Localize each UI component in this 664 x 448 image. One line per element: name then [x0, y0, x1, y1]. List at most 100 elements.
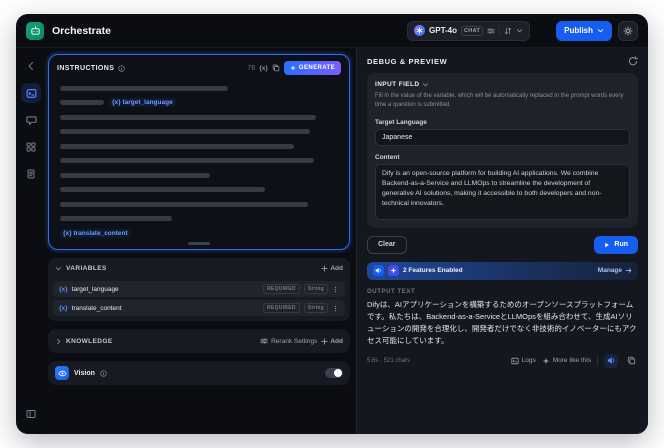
- logs-icon: [510, 357, 519, 364]
- variables-title: VARIABLES: [66, 264, 107, 272]
- vision-icon: [55, 366, 69, 380]
- input-field-title: INPUT FIELD: [375, 81, 420, 88]
- resize-handle[interactable]: [188, 242, 210, 245]
- orchestrate-panel: INSTRUCTIONS 76 {x} GENERATE {x} target_…: [46, 48, 356, 434]
- publish-button[interactable]: Publish: [556, 20, 612, 41]
- settings-sliders-icon: [260, 338, 268, 344]
- model-params-icon[interactable]: [487, 27, 495, 35]
- type-badge: String: [303, 303, 328, 313]
- model-swap-icon[interactable]: [504, 27, 512, 35]
- refresh-icon: [628, 56, 638, 66]
- output-text-title: OUTPUT TEXT: [367, 288, 416, 295]
- instructions-header: INSTRUCTIONS 76 {x} GENERATE: [49, 55, 349, 79]
- gear-icon: [623, 26, 633, 35]
- sidebar-item-docs[interactable]: [21, 164, 41, 184]
- more-like-this-button[interactable]: More like this: [542, 357, 591, 365]
- rerank-label: Rerank Settings: [271, 337, 318, 345]
- variable-row[interactable]: {x} translate_content REQUIRED String: [53, 300, 345, 316]
- sparkle-icon: [390, 267, 397, 274]
- debug-preview-panel: DEBUG & PREVIEW INPUT FIELD Fill in the …: [356, 48, 648, 434]
- more-icon[interactable]: [332, 286, 339, 293]
- sparkle-icon: [290, 65, 296, 71]
- variable-prefix: {x}: [59, 285, 68, 293]
- model-mode-badge: CHAT: [461, 25, 484, 36]
- more-like-this-label: More like this: [552, 357, 591, 365]
- insert-variable-icon[interactable]: {x}: [259, 65, 268, 72]
- chevron-down-icon: [422, 81, 429, 88]
- target-language-input[interactable]: Japanese: [375, 128, 630, 146]
- input-field-header[interactable]: INPUT FIELD: [375, 81, 630, 88]
- sidebar-item-chat[interactable]: [21, 110, 41, 130]
- chevron-down-icon: [516, 27, 523, 34]
- collapse-panel-icon[interactable]: [21, 404, 41, 424]
- info-icon: [118, 64, 125, 72]
- copy-icon: [627, 356, 635, 365]
- variable-token: {x} translate_content: [60, 228, 131, 238]
- settings-button[interactable]: [618, 20, 638, 41]
- prompt-line: {x} target_language: [60, 98, 338, 107]
- logs-label: Logs: [521, 357, 536, 365]
- prompt-line: [60, 114, 338, 120]
- prompt-icon: [26, 88, 36, 98]
- copy-icon[interactable]: [272, 64, 280, 72]
- variables-section: VARIABLES Add {x} target_language REQUIR…: [48, 258, 350, 321]
- clear-button[interactable]: Clear: [367, 235, 407, 254]
- left-sidebar: [16, 48, 46, 434]
- sidebar-item-logs[interactable]: [21, 137, 41, 157]
- content-label: Content: [375, 153, 400, 161]
- features-enabled-label: 2 Features Enabled: [403, 267, 463, 275]
- manage-features-button[interactable]: Manage: [598, 267, 632, 274]
- eye-icon: [57, 370, 67, 376]
- run-button[interactable]: Run: [594, 235, 638, 254]
- document-icon: [27, 169, 35, 179]
- publish-label: Publish: [564, 26, 593, 35]
- prompt-line: [60, 129, 338, 135]
- prompt-editor[interactable]: {x} target_language {x} translate_conten…: [49, 79, 349, 249]
- more-icon[interactable]: [332, 305, 339, 312]
- sparkle-icon: [542, 357, 550, 364]
- variable-prefix: {x}: [59, 304, 68, 312]
- back-icon[interactable]: [21, 56, 41, 76]
- prompt-line: [60, 187, 338, 193]
- features-bar[interactable]: 2 Features Enabled Manage: [367, 261, 638, 280]
- page-title: Orchestrate: [52, 24, 111, 37]
- run-controls: Clear Run: [367, 235, 638, 254]
- instructions-title: INSTRUCTIONS: [57, 64, 115, 72]
- debug-title: DEBUG & PREVIEW: [367, 56, 448, 66]
- content-textarea[interactable]: Dify is an open-source platform for buil…: [375, 163, 630, 220]
- model-provider-icon: [414, 25, 426, 36]
- copy-output-button[interactable]: [624, 354, 638, 368]
- vision-section: Vision: [48, 361, 350, 385]
- prompt-line: [60, 216, 338, 222]
- prompt-line: [60, 172, 338, 178]
- feature-icon-2: [388, 265, 399, 277]
- restart-button[interactable]: [628, 56, 638, 66]
- logs-button[interactable]: Logs: [510, 357, 536, 365]
- manage-label: Manage: [597, 267, 622, 275]
- variable-row[interactable]: {x} target_language REQUIRED String: [53, 281, 345, 297]
- feature-icon-1: [373, 265, 384, 277]
- vision-toggle[interactable]: [325, 368, 343, 378]
- divider: [499, 25, 501, 36]
- knowledge-header[interactable]: KNOWLEDGE Rerank Settings Add: [48, 329, 350, 353]
- rerank-settings-button[interactable]: Rerank Settings: [260, 337, 317, 345]
- output-meta-row: 5.6s · 521 chars Logs More like this: [367, 353, 638, 368]
- variables-list: {x} target_language REQUIRED String {x} …: [48, 281, 350, 321]
- model-selector[interactable]: GPT-4o CHAT: [407, 20, 531, 41]
- variables-header[interactable]: VARIABLES Add: [48, 258, 350, 278]
- app-logo-icon[interactable]: [26, 21, 44, 40]
- app-window: Orchestrate GPT-4o CHAT Publish INSTRUCT…: [16, 14, 648, 434]
- speaker-icon: [607, 357, 614, 365]
- arrow-right-icon: [625, 268, 632, 273]
- add-label: Add: [330, 337, 343, 345]
- chevron-down-icon: [55, 265, 62, 272]
- required-badge: REQUIRED: [262, 284, 300, 294]
- sidebar-item-orchestrate[interactable]: [21, 83, 41, 103]
- app-header: Orchestrate GPT-4o CHAT Publish: [16, 14, 648, 48]
- add-variable-button[interactable]: Add: [321, 265, 343, 272]
- generate-button[interactable]: GENERATE: [283, 61, 341, 75]
- add-label: Add: [330, 264, 343, 272]
- text-to-speech-button[interactable]: [604, 353, 618, 368]
- knowledge-section: KNOWLEDGE Rerank Settings Add: [48, 329, 350, 353]
- add-knowledge-button[interactable]: Add: [321, 338, 343, 345]
